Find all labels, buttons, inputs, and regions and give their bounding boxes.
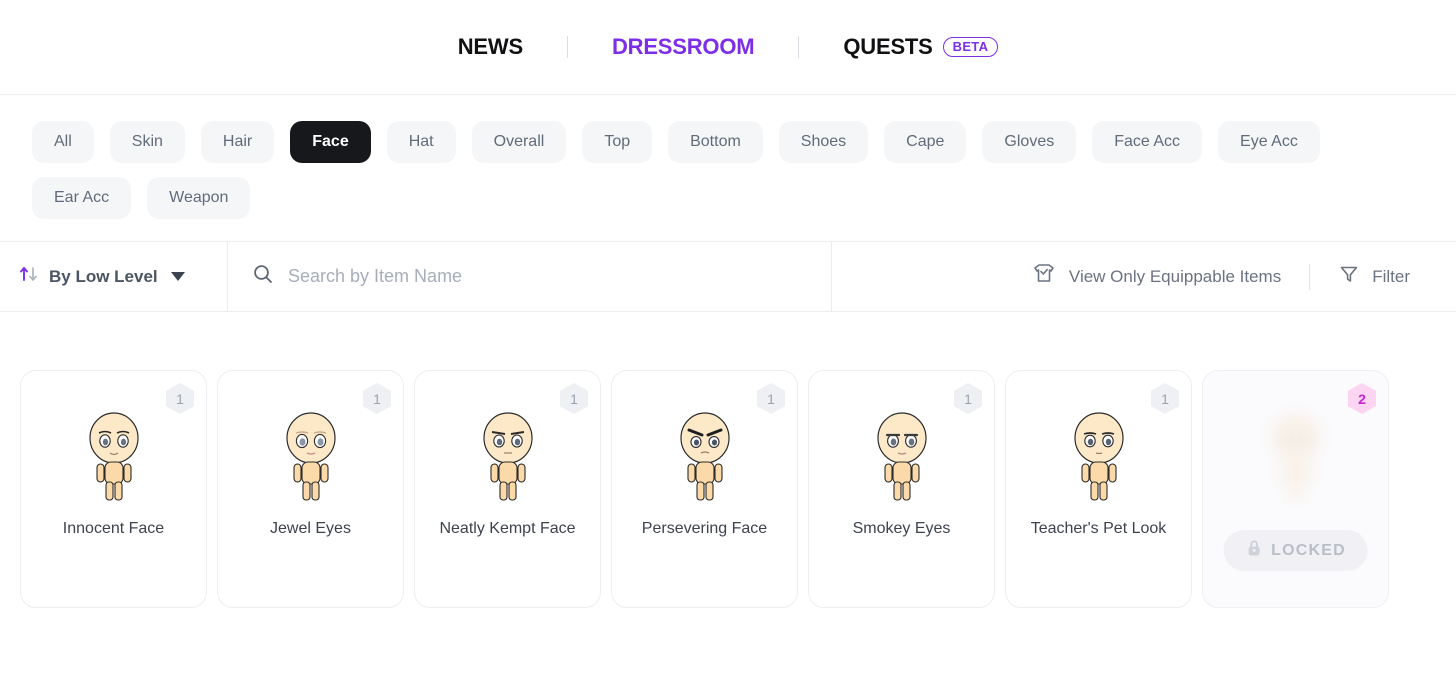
filter-button[interactable]: Filter: [1338, 263, 1410, 290]
top-nav-bar: NEWS DRESSROOM QUESTS BETA: [0, 0, 1456, 95]
category-pill-bottom[interactable]: Bottom: [668, 121, 763, 163]
category-pill-weapon[interactable]: Weapon: [147, 177, 251, 219]
category-pill-hair[interactable]: Hair: [200, 121, 275, 163]
list-toolbar: By Low Level View Only Equippable Items: [0, 242, 1456, 312]
item-name: Innocent Face: [62, 520, 165, 537]
nav-item-label: QUESTS: [843, 34, 933, 59]
locked-label: LOCKED: [1271, 541, 1346, 559]
level-badge: 2: [1348, 383, 1376, 414]
item-name: Teacher's Pet Look: [1030, 520, 1167, 537]
sort-label: By Low Level: [49, 266, 158, 286]
category-pill-face[interactable]: Face: [290, 121, 371, 163]
item-card[interactable]: 1 Innocent Face: [20, 370, 207, 608]
category-pill-gloves[interactable]: Gloves: [982, 121, 1077, 163]
item-name: Jewel Eyes: [270, 520, 351, 537]
item-card[interactable]: 1 Teacher's Pet Look: [1005, 370, 1192, 608]
nav-item-quests[interactable]: QUESTS BETA: [837, 34, 1004, 60]
nav-item-dressroom[interactable]: DRESSROOM: [606, 34, 760, 60]
category-pill-row: All Skin Hair Face Hat Overall Top Botto…: [32, 121, 1424, 219]
level-badge: 1: [757, 383, 785, 414]
category-pill-all[interactable]: All: [32, 121, 94, 163]
category-filter-section: All Skin Hair Face Hat Overall Top Botto…: [0, 95, 1456, 242]
level-badge: 1: [363, 383, 391, 414]
locked-badge: LOCKED: [1223, 530, 1368, 571]
view-equippable-label: View Only Equippable Items: [1068, 266, 1282, 286]
avatar: [1263, 409, 1329, 505]
item-name: Smokey Eyes: [852, 520, 951, 537]
nav-item-news[interactable]: NEWS: [452, 34, 529, 60]
item-card-locked[interactable]: 2 LOCKED: [1202, 370, 1389, 608]
avatar: [869, 409, 935, 505]
nav-divider: [798, 36, 800, 58]
view-equippable-toggle[interactable]: View Only Equippable Items: [1031, 262, 1281, 291]
category-pill-overall[interactable]: Overall: [471, 121, 567, 163]
avatar: [81, 409, 147, 505]
item-name: Persevering Face: [641, 520, 768, 537]
funnel-icon: [1338, 263, 1360, 290]
avatar: [278, 409, 344, 505]
category-pill-shoes[interactable]: Shoes: [778, 121, 869, 163]
category-pill-hat[interactable]: Hat: [386, 121, 456, 163]
sort-dropdown[interactable]: By Low Level: [0, 242, 228, 311]
tshirt-check-icon: [1031, 262, 1057, 291]
lock-icon: [1245, 539, 1262, 562]
item-name: Neatly Kempt Face: [439, 520, 576, 537]
level-badge: 1: [1151, 383, 1179, 414]
category-pill-face-acc[interactable]: Face Acc: [1092, 121, 1203, 163]
category-pill-ear-acc[interactable]: Ear Acc: [32, 177, 132, 219]
nav-divider: [566, 36, 568, 58]
item-card[interactable]: 1 Persevering Face: [611, 370, 798, 608]
toolbar-actions: View Only Equippable Items Filter: [832, 242, 1456, 311]
level-badge: 1: [560, 383, 588, 414]
avatar: [1066, 409, 1132, 505]
beta-badge: BETA: [942, 37, 999, 57]
item-card[interactable]: 1 Smokey Eyes: [808, 370, 995, 608]
toolbar-divider: [1309, 263, 1311, 290]
level-badge: 1: [166, 383, 194, 414]
nav-item-label: NEWS: [457, 34, 523, 59]
category-pill-eye-acc[interactable]: Eye Acc: [1218, 121, 1320, 163]
nav-item-label: DRESSROOM: [611, 34, 755, 59]
search-icon: [252, 263, 274, 290]
item-grid: 1 Innocent Face 1 Jewel Eyes 1 Neatly Ke…: [0, 312, 1456, 608]
search-input[interactable]: [288, 266, 809, 287]
item-card[interactable]: 1 Jewel Eyes: [217, 370, 404, 608]
category-pill-cape[interactable]: Cape: [884, 121, 967, 163]
sort-arrows-icon: [18, 263, 40, 290]
level-badge: 1: [954, 383, 982, 414]
chevron-down-icon: [170, 272, 185, 281]
item-card[interactable]: 1 Neatly Kempt Face: [414, 370, 601, 608]
avatar: [475, 409, 541, 505]
search-container: [228, 242, 832, 311]
filter-label: Filter: [1372, 266, 1410, 286]
category-pill-skin[interactable]: Skin: [109, 121, 185, 163]
avatar: [672, 409, 738, 505]
category-pill-top[interactable]: Top: [582, 121, 653, 163]
